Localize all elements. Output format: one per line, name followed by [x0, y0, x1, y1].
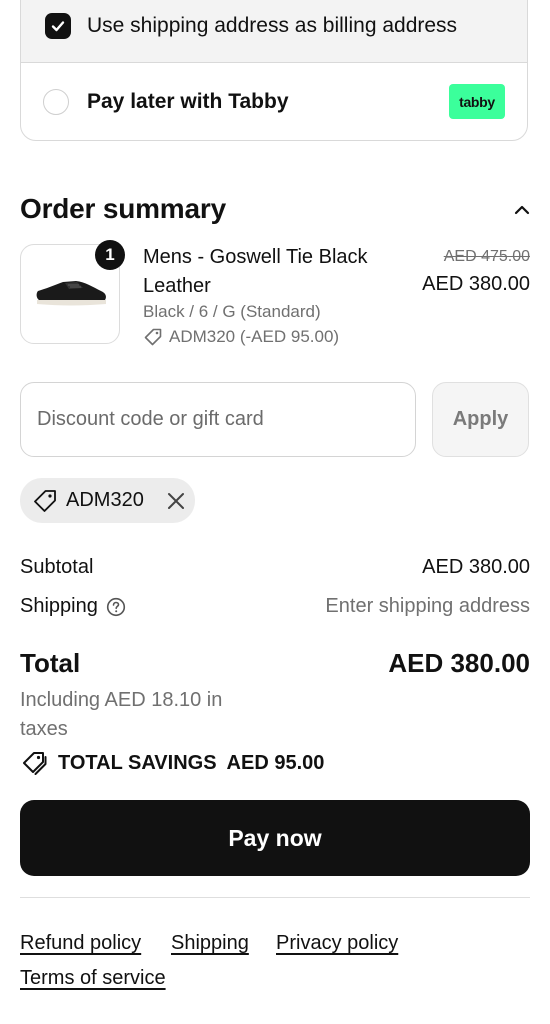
total-label: Total	[20, 648, 81, 678]
order-summary-title: Order summary	[20, 193, 226, 224]
total-value: AED 380.00	[388, 648, 530, 678]
help-icon[interactable]	[106, 597, 126, 617]
shipping-row-label: Shipping	[20, 595, 126, 618]
product-discount: ADM320 (-AED 95.00)	[143, 327, 339, 347]
tags-icon	[23, 752, 47, 775]
privacy-policy-link[interactable]: Privacy policy	[276, 932, 398, 955]
original-price: AED 475.00	[443, 248, 530, 265]
chevron-up-icon[interactable]	[512, 202, 532, 218]
quantity-badge: 1	[95, 240, 125, 270]
shipping-value: Enter shipping address	[325, 595, 530, 617]
tag-icon	[144, 328, 162, 346]
applied-discount-chip: ADM320	[20, 478, 195, 523]
discount-code-input[interactable]	[20, 382, 416, 457]
applied-code-text: ADM320	[66, 489, 144, 511]
product-variant: Black / 6 / G (Standard)	[143, 302, 321, 321]
billing-same-as-shipping-row[interactable]: Use shipping address as billing address	[21, 0, 527, 63]
product-name: Mens - Goswell Tie Black Leather	[143, 246, 368, 297]
checkmark-icon	[51, 21, 65, 32]
tag-icon	[34, 489, 56, 512]
subtotal-label: Subtotal	[20, 556, 94, 578]
tabby-logo: tabby	[449, 84, 505, 119]
discounted-price: AED 380.00	[422, 273, 530, 295]
savings-value: AED 95.00	[226, 751, 325, 774]
pay-now-button[interactable]: Pay now	[20, 800, 530, 876]
shipping-policy-link[interactable]: Shipping	[171, 932, 249, 955]
subtotal-value: AED 380.00	[422, 556, 530, 578]
shipping-label: Shipping	[20, 595, 98, 617]
tax-note: Including AED 18.10 in taxes	[20, 689, 223, 740]
billing-same-label: Use shipping address as billing address	[87, 14, 458, 37]
total-savings: TOTAL SAVINGS AED 95.00	[20, 750, 324, 776]
payment-options-box: Use shipping address as billing address …	[20, 0, 528, 141]
product-discount-text: ADM320 (-AED 95.00)	[169, 327, 340, 346]
divider	[20, 897, 530, 898]
close-icon[interactable]	[166, 491, 186, 511]
apply-button[interactable]: Apply	[432, 382, 529, 457]
pay-later-label: Pay later with Tabby	[87, 90, 289, 113]
checkbox-checked[interactable]	[45, 13, 71, 39]
refund-policy-link[interactable]: Refund policy	[20, 932, 141, 955]
savings-label: TOTAL SAVINGS	[58, 751, 217, 774]
radio-button[interactable]	[43, 89, 69, 115]
terms-of-service-link[interactable]: Terms of service	[20, 967, 166, 990]
